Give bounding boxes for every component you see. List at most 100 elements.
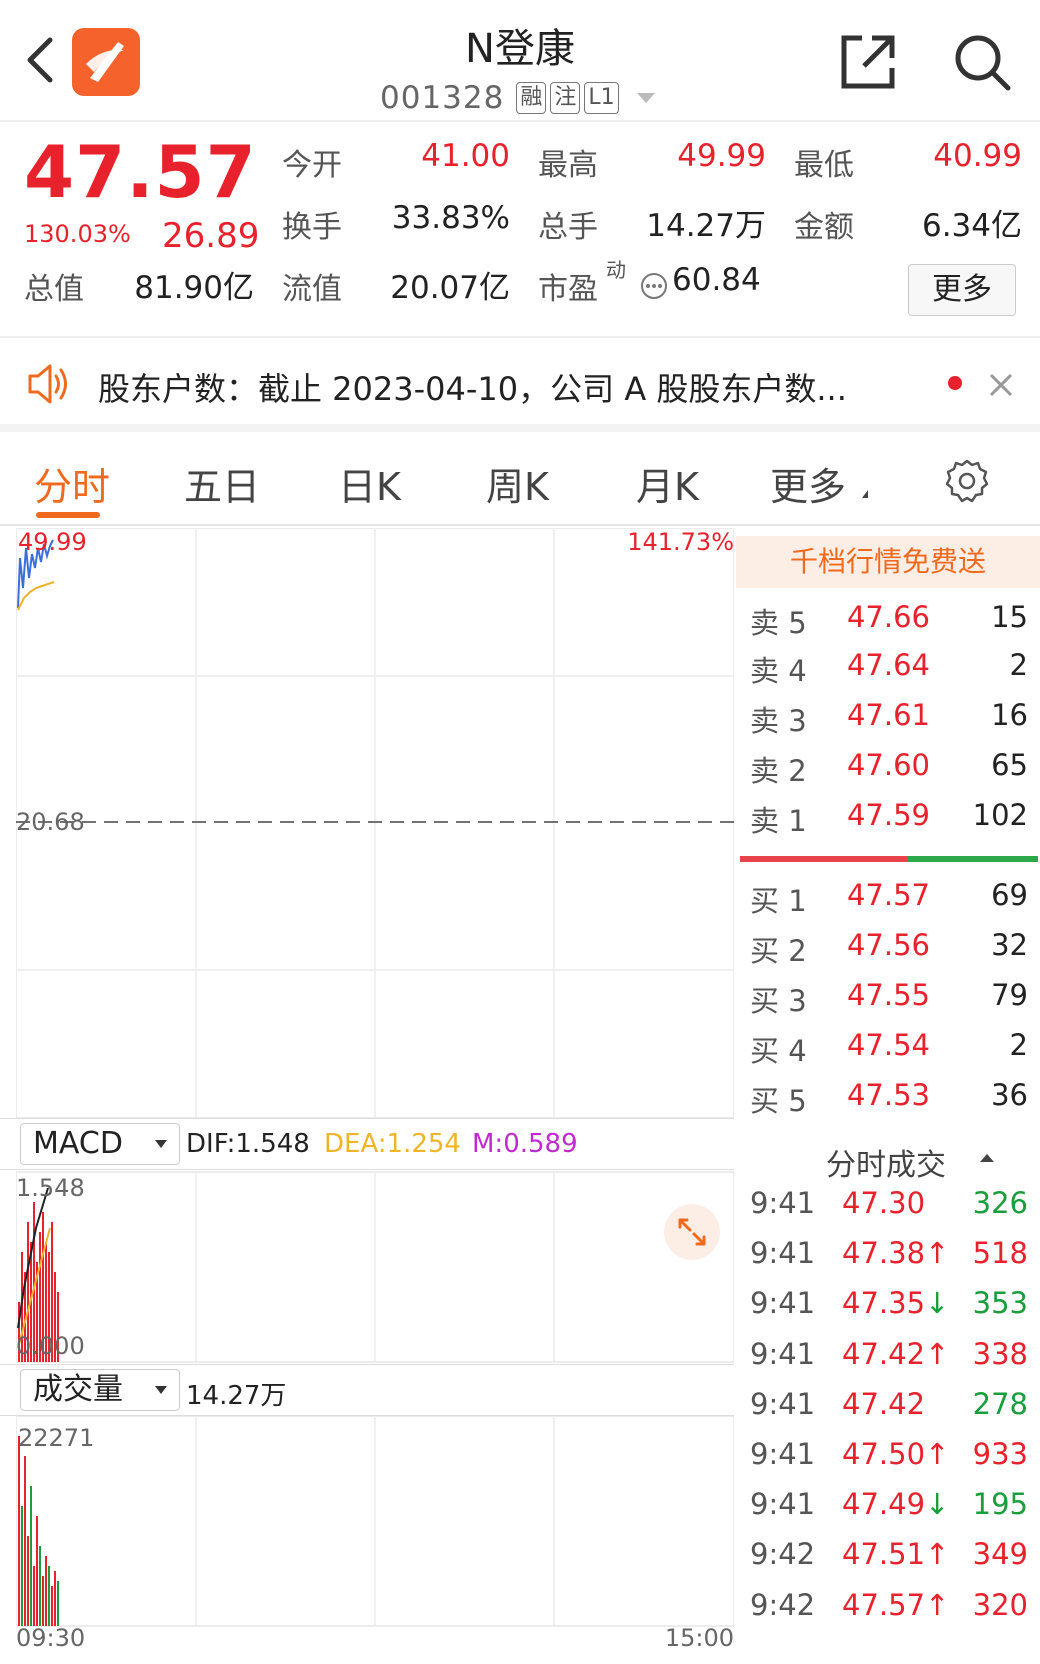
- ask-volume: 16: [991, 698, 1028, 732]
- tick-volume: 278: [972, 1386, 1028, 1421]
- volume-bar: [18, 1436, 20, 1626]
- last-price: 47.57: [24, 130, 257, 214]
- open-value: 41.00: [421, 138, 510, 174]
- tick-row: 9:42 47.51↑ 349: [736, 1531, 1040, 1581]
- pe-value: 60.84: [672, 262, 761, 298]
- bid-price: 47.54: [846, 1028, 930, 1062]
- tick-price: 47.38↑: [842, 1236, 950, 1271]
- tick-volume: 933: [972, 1437, 1028, 1471]
- bid-row[interactable]: 买 5 47.53 36: [736, 1070, 1040, 1120]
- tick-trades-title[interactable]: 分时成交: [826, 1140, 946, 1184]
- high-label: 最高: [538, 148, 598, 183]
- tab-daily-k[interactable]: 日K: [338, 456, 401, 511]
- tab-more[interactable]: 更多: [770, 456, 846, 511]
- bid-row[interactable]: 买 3 47.55 79: [736, 970, 1040, 1020]
- volume-bar: [54, 1571, 56, 1626]
- tick-row: 9:41 47.49↓ 195: [736, 1481, 1040, 1531]
- volume-selector[interactable]: 成交量: [20, 1369, 180, 1411]
- stock-code-row[interactable]: 001328 融 注 L1: [380, 78, 655, 118]
- expand-icon: [678, 1218, 706, 1246]
- ask-level-label: 卖 5: [750, 606, 807, 640]
- more-info-icon[interactable]: [640, 272, 668, 300]
- bid-level-label: 买 4: [750, 1034, 807, 1068]
- tick-volume: 195: [972, 1487, 1028, 1522]
- more-button[interactable]: 更多: [908, 264, 1016, 316]
- ask-row[interactable]: 卖 3 47.61 16: [736, 690, 1040, 740]
- bid-price: 47.56: [846, 928, 930, 962]
- pct-high-label: 141.73%: [627, 528, 734, 556]
- bid-row[interactable]: 买 2 47.56 32: [736, 920, 1040, 970]
- volume-bar: [21, 1506, 23, 1626]
- macd-selector[interactable]: MACD: [20, 1123, 180, 1165]
- tick-price: 47.42↑: [842, 1336, 950, 1371]
- bid-ask-ratio-bar: [740, 856, 1038, 862]
- margin-tag: 融: [516, 82, 547, 114]
- tick-time: 9:42: [750, 1537, 816, 1572]
- tick-time: 9:41: [750, 1336, 816, 1371]
- tick-volume: 338: [972, 1336, 1028, 1371]
- search-icon[interactable]: [952, 32, 1012, 92]
- tick-price: 47.50↑: [842, 1437, 950, 1471]
- up-arrow-icon: ↑: [925, 1236, 950, 1271]
- float-cap-value: 20.07亿: [390, 270, 510, 306]
- volume-bar: [45, 1556, 47, 1626]
- bid-volume: 36: [991, 1078, 1028, 1112]
- speaker-icon: [28, 364, 67, 404]
- low-label: 最低: [794, 148, 854, 183]
- chart-canvas: [16, 528, 734, 1627]
- intraday-chart[interactable]: 49.99 141.73% 20.68 1.548 0.000 22271 09…: [16, 528, 734, 1652]
- bid-level-label: 买 3: [750, 984, 807, 1018]
- tab-five-day[interactable]: 五日: [184, 456, 260, 511]
- chevron-down-icon[interactable]: [636, 93, 655, 103]
- ask-row[interactable]: 卖 5 47.66 15: [736, 592, 1040, 642]
- bid-volume: 79: [991, 978, 1028, 1012]
- change-percent: 130.03%: [24, 220, 131, 248]
- bid-level-label: 买 5: [750, 1084, 807, 1118]
- bid-price: 47.55: [846, 978, 930, 1012]
- bid-level-label: 买 2: [750, 934, 807, 968]
- volume-bar: [33, 1566, 35, 1626]
- tab-monthly-k[interactable]: 月K: [636, 456, 699, 511]
- ask-level-label: 卖 3: [750, 704, 807, 738]
- ask-row[interactable]: 卖 4 47.64 2: [736, 640, 1040, 690]
- chart-tabs: 分时 五日 日K 周K 月K 更多: [0, 432, 1040, 526]
- up-arrow-icon: ↑: [925, 1336, 950, 1371]
- ask-level-label: 卖 4: [750, 654, 807, 688]
- share-icon[interactable]: [838, 32, 898, 92]
- registration-tag: 注: [550, 82, 581, 114]
- stock-code: 001328: [380, 80, 505, 116]
- market-cap-value: 81.90亿: [134, 270, 254, 306]
- ask-volume: 15: [991, 600, 1028, 634]
- tab-weekly-k[interactable]: 周K: [486, 456, 549, 511]
- tick-row: 9:41 47.35↓ 353: [736, 1280, 1040, 1330]
- ask-price: 47.66: [846, 600, 930, 634]
- up-arrow-icon: ↑: [925, 1587, 950, 1622]
- bid-price: 47.53: [846, 1078, 930, 1112]
- tick-price: 47.30: [842, 1186, 926, 1220]
- bid-row[interactable]: 买 1 47.57 69: [736, 870, 1040, 920]
- active-tab-indicator: [36, 512, 100, 518]
- promo-banner[interactable]: 千档行情免费送: [736, 536, 1040, 588]
- down-arrow-icon: ↓: [925, 1487, 950, 1522]
- low-value: 40.99: [933, 138, 1022, 174]
- fullscreen-button[interactable]: [664, 1204, 720, 1260]
- turnover-label: 换手: [282, 210, 342, 245]
- macd-zero-label: 0.000: [16, 1332, 85, 1360]
- ask-row[interactable]: 卖 1 47.59 102: [736, 790, 1040, 840]
- macd-max-label: 1.548: [16, 1174, 85, 1202]
- volume-bar: [57, 1581, 59, 1626]
- bid-row[interactable]: 买 4 47.54 2: [736, 1020, 1040, 1070]
- tab-intraday[interactable]: 分时: [34, 456, 110, 511]
- up-arrow-icon: ↑: [925, 1437, 950, 1471]
- tick-row: 9:41 47.38↑ 518: [736, 1230, 1040, 1280]
- close-icon[interactable]: [988, 372, 1014, 398]
- tick-time: 9:41: [750, 1437, 816, 1471]
- settings-gear-icon[interactable]: [944, 458, 990, 504]
- ask-row[interactable]: 卖 2 47.60 65: [736, 740, 1040, 790]
- tick-price: 47.51↑: [842, 1537, 950, 1572]
- ask-volume: 2: [1009, 648, 1028, 682]
- down-arrow-icon: ↓: [925, 1286, 950, 1321]
- ask-price: 47.60: [846, 748, 930, 782]
- news-ticker[interactable]: 股东户数：截止 2023-04-10，公司 A 股股东户数...: [0, 340, 1040, 432]
- collapse-caret-icon[interactable]: [980, 1154, 994, 1162]
